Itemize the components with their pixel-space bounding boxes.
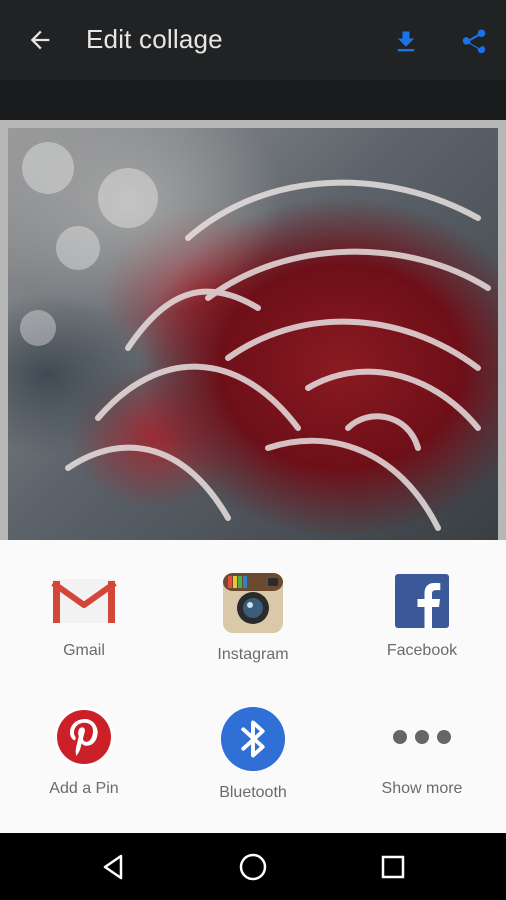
share-label: Show more [381, 780, 463, 797]
share-target-bluetooth[interactable]: Bluetooth [169, 678, 337, 801]
nav-home-button[interactable] [233, 847, 273, 887]
collage-photo-frosted-rose[interactable] [8, 128, 498, 540]
app-toolbar: Edit collage [0, 0, 506, 80]
share-button[interactable] [452, 20, 496, 64]
nav-recents-icon [381, 855, 405, 879]
collage-canvas[interactable] [0, 120, 506, 540]
instagram-icon [220, 572, 286, 634]
share-label: Instagram [217, 646, 289, 663]
share-label: Facebook [386, 642, 458, 659]
sub-toolbar [0, 80, 506, 120]
nav-back-icon [103, 854, 123, 880]
nav-home-icon [239, 853, 267, 881]
share-target-show-more[interactable]: Show more [338, 678, 506, 798]
share-label: Gmail [63, 642, 105, 659]
rose-illustration [20, 142, 491, 531]
share-target-pinterest[interactable]: Add a Pin [0, 678, 168, 798]
nav-back-button[interactable] [93, 847, 133, 887]
arrow-back-icon [30, 30, 50, 50]
download-button[interactable] [386, 22, 426, 62]
share-target-facebook[interactable]: Facebook [338, 540, 506, 660]
gmail-icon [51, 572, 117, 630]
share-target-instagram[interactable]: Instagram [169, 540, 337, 663]
download-icon [397, 31, 415, 52]
nav-recents-button[interactable] [373, 847, 413, 887]
pinterest-icon [51, 706, 117, 768]
more-horizontal-icon [389, 706, 455, 768]
bluetooth-icon [220, 706, 286, 772]
share-label: Bluetooth [219, 784, 287, 801]
share-icon [462, 29, 486, 54]
page-title: Edit collage [86, 24, 223, 54]
share-sheet: Gmail Instagram Facebook Add a Pin Bluet… [0, 540, 506, 833]
back-button[interactable] [22, 22, 58, 58]
share-label: Add a Pin [49, 780, 119, 797]
share-target-gmail[interactable]: Gmail [0, 540, 168, 660]
facebook-icon [389, 572, 455, 630]
system-navigation-bar [0, 833, 506, 900]
